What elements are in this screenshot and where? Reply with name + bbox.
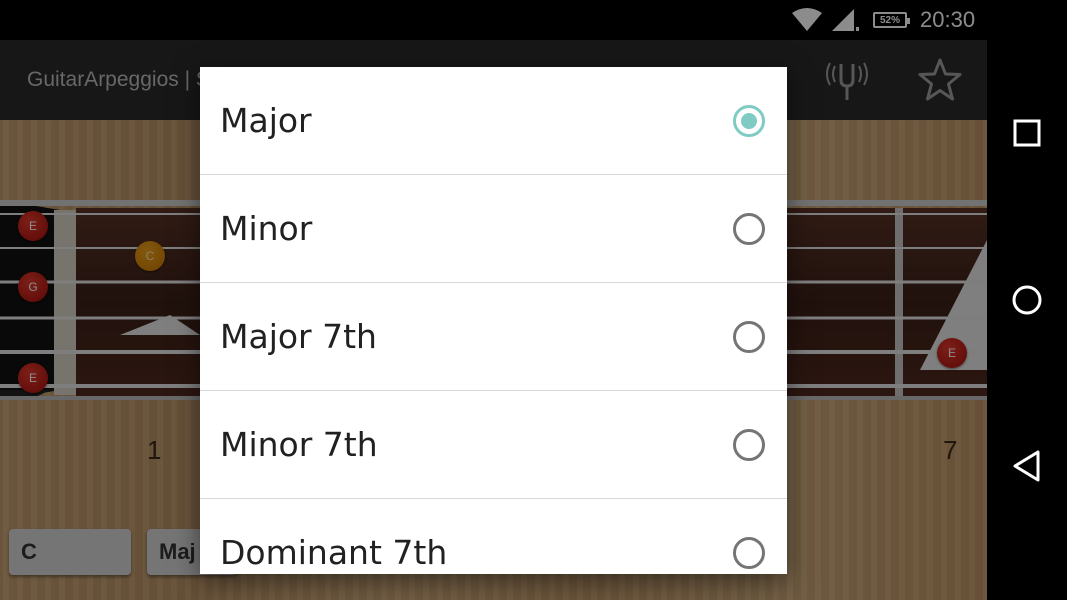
option-label: Minor 7th xyxy=(220,425,378,464)
recents-icon xyxy=(1013,119,1041,147)
option-label: Major 7th xyxy=(220,317,377,356)
radio-button[interactable] xyxy=(733,537,765,569)
navigation-bar xyxy=(987,0,1067,600)
option-label: Major xyxy=(220,101,312,140)
option-major-7th[interactable]: Major 7th xyxy=(200,283,787,391)
home-icon xyxy=(1012,285,1042,315)
option-label: Dominant 7th xyxy=(220,533,448,572)
recents-button[interactable] xyxy=(997,103,1057,163)
arpeggio-type-dialog: Major Minor Major 7th Minor 7th Dominant… xyxy=(200,67,787,574)
home-button[interactable] xyxy=(997,270,1057,330)
option-major[interactable]: Major xyxy=(200,67,787,175)
option-minor[interactable]: Minor xyxy=(200,175,787,283)
option-minor-7th[interactable]: Minor 7th xyxy=(200,391,787,499)
option-label: Minor xyxy=(220,209,313,248)
radio-button-checked[interactable] xyxy=(733,105,765,137)
app-screen: E G E C E 1 7 C Maj GuitarArpeggios | S xyxy=(0,0,987,600)
back-button[interactable] xyxy=(997,436,1057,496)
radio-button[interactable] xyxy=(733,429,765,461)
radio-button[interactable] xyxy=(733,321,765,353)
back-icon xyxy=(1013,450,1040,482)
radio-button[interactable] xyxy=(733,213,765,245)
option-dominant-7th[interactable]: Dominant 7th xyxy=(200,499,787,574)
